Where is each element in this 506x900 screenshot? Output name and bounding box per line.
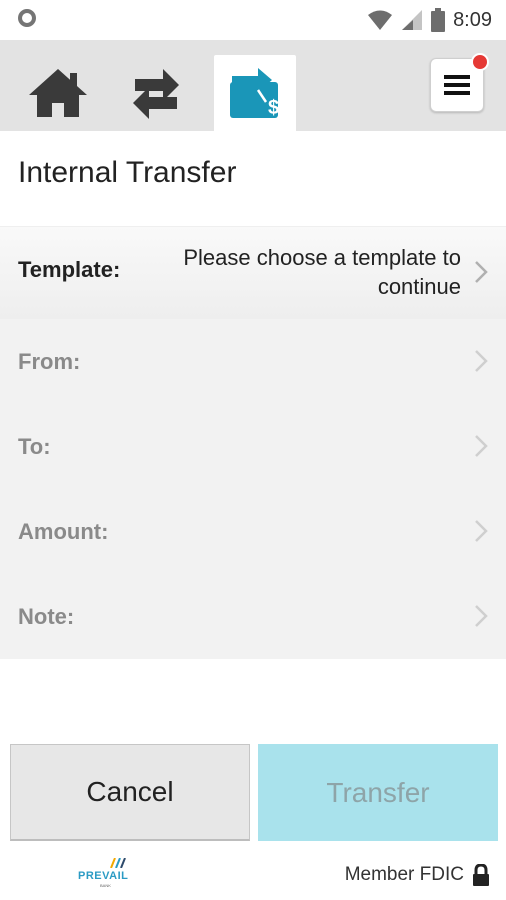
swap-arrows-icon bbox=[133, 69, 179, 119]
battery-icon bbox=[431, 8, 446, 32]
note-label: Note: bbox=[18, 604, 75, 629]
fdic-notice: Member FDIC bbox=[345, 864, 490, 886]
chevron-right-icon bbox=[475, 261, 488, 283]
tab-home[interactable] bbox=[20, 55, 96, 131]
template-value: Please choose a template to continue bbox=[183, 245, 461, 299]
field-note[interactable]: Note: bbox=[0, 574, 506, 659]
template-label: Template: bbox=[18, 257, 121, 282]
logo-text: PREVAIL bbox=[78, 870, 129, 882]
notification-badge bbox=[471, 53, 489, 71]
status-bar: 8:09 bbox=[0, 0, 506, 40]
top-nav: $ bbox=[0, 40, 506, 131]
transfer-button[interactable]: Transfer bbox=[258, 744, 498, 841]
field-amount[interactable]: Amount: bbox=[0, 489, 506, 574]
template-selector[interactable]: Template: Please choose a template to co… bbox=[0, 226, 506, 320]
logo-subtext: BANK bbox=[100, 883, 111, 888]
transfer-money-icon: $ bbox=[230, 68, 279, 119]
logo-mark-icon bbox=[110, 858, 126, 868]
chevron-right-icon bbox=[475, 520, 488, 542]
chevron-right-icon bbox=[475, 350, 488, 372]
tab-internal-transfer[interactable]: $ bbox=[214, 55, 296, 131]
chevron-right-icon bbox=[475, 605, 488, 627]
to-label: To: bbox=[18, 434, 51, 459]
status-time: 8:09 bbox=[453, 8, 492, 31]
amount-label: Amount: bbox=[18, 519, 109, 544]
field-to[interactable]: To: bbox=[0, 404, 506, 489]
bank-logo: PREVAIL BANK bbox=[78, 858, 138, 888]
menu-icon bbox=[444, 75, 470, 95]
from-label: From: bbox=[18, 349, 81, 374]
transfer-fields: From: To: Amount: Note: bbox=[0, 319, 506, 659]
menu-button[interactable] bbox=[430, 53, 489, 112]
field-from[interactable]: From: bbox=[0, 319, 506, 404]
status-icons: 8:09 bbox=[367, 6, 492, 34]
signal-icon bbox=[402, 10, 423, 30]
chevron-right-icon bbox=[475, 435, 488, 457]
svg-text:$: $ bbox=[268, 97, 279, 119]
wifi-icon bbox=[368, 10, 393, 30]
lock-icon bbox=[473, 864, 489, 886]
member-fdic-text: Member FDIC bbox=[344, 864, 464, 885]
home-icon bbox=[29, 69, 87, 117]
page-title: Internal Transfer bbox=[18, 156, 237, 189]
tab-transfers[interactable] bbox=[118, 55, 194, 131]
cancel-button[interactable]: Cancel bbox=[10, 744, 250, 841]
notification-dot-icon bbox=[18, 9, 36, 27]
